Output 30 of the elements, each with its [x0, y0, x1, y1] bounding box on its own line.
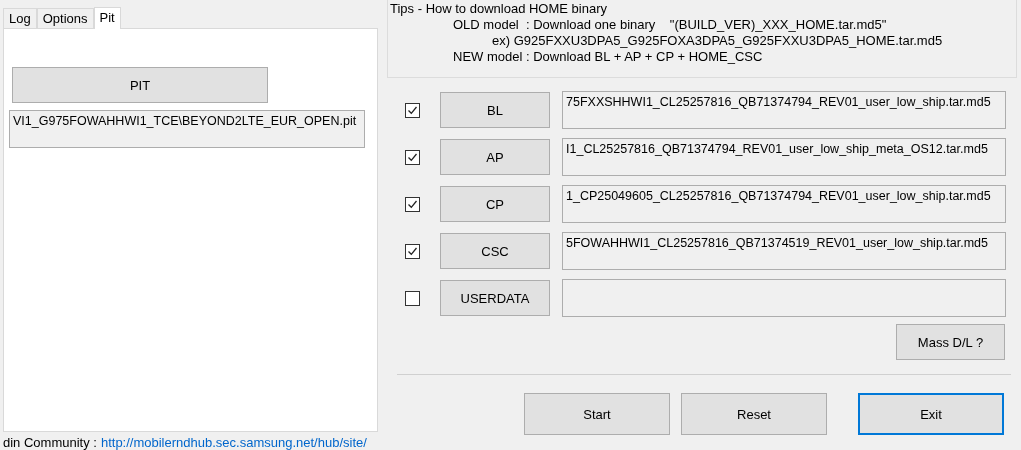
- tips-line: ex) G925FXXU3DPA5_G925FOXA3DPA5_G925FXXU3DPA5_HOME.tar.md5: [491, 33, 944, 49]
- checkbox[interactable]: [405, 149, 420, 165]
- file-select-button[interactable]: CP: [440, 186, 550, 222]
- action-button[interactable]: Start: [524, 393, 670, 435]
- community-label: din Community :: [3, 434, 97, 450]
- file-path-field[interactable]: I1_CL25257816_QB71374794_REV01_user_low_ship_meta_OS12.tar.md5: [562, 138, 1006, 176]
- tab[interactable]: Log: [3, 8, 37, 28]
- checkbox[interactable]: [405, 290, 420, 306]
- action-button[interactable]: Reset: [681, 393, 827, 435]
- file-path-field[interactable]: 75FXXSHHWI1_CL25257816_QB71374794_REV01_user_low_ship.tar.md5: [562, 91, 1006, 129]
- checkbox[interactable]: [405, 102, 420, 118]
- checkbox[interactable]: [405, 243, 420, 259]
- action-button[interactable]: Exit: [858, 393, 1004, 435]
- pit-file-field[interactable]: VI1_G975FOWAHHWI1_TCE\BEYOND2LTE_EUR_OPEN.pit: [9, 110, 365, 148]
- checkbox[interactable]: [405, 196, 420, 212]
- file-select-button[interactable]: AP: [440, 139, 550, 175]
- tab[interactable]: Pit: [93, 7, 121, 29]
- file-select-button[interactable]: BL: [440, 92, 550, 128]
- tips-line: NEW model : Download BL + AP + CP + HOME_CSC: [452, 49, 764, 65]
- file-path-field[interactable]: 1_CP25049605_CL25257816_QB71374794_REV01_user_low_ship.tar.md5: [562, 185, 1006, 223]
- pit-button[interactable]: PIT: [12, 67, 268, 103]
- tips-line: OLD model : Download one binary "(BUILD_VER)_XXX_HOME.tar.md5": [452, 17, 888, 33]
- tips-title: Tips - How to download HOME binary: [390, 1, 608, 17]
- file-path-field[interactable]: [562, 279, 1006, 317]
- tab[interactable]: Options: [36, 8, 94, 28]
- community-link[interactable]: http://mobilerndhub.sec.samsung.net/hub/site/: [100, 434, 367, 450]
- mass-download-button[interactable]: Mass D/L ?: [896, 324, 1005, 360]
- file-path-field[interactable]: 5FOWAHHWI1_CL25257816_QB71374519_REV01_user_low_ship.tar.md5: [562, 232, 1006, 270]
- file-select-button[interactable]: CSC: [440, 233, 550, 269]
- file-select-button[interactable]: USERDATA: [440, 280, 550, 316]
